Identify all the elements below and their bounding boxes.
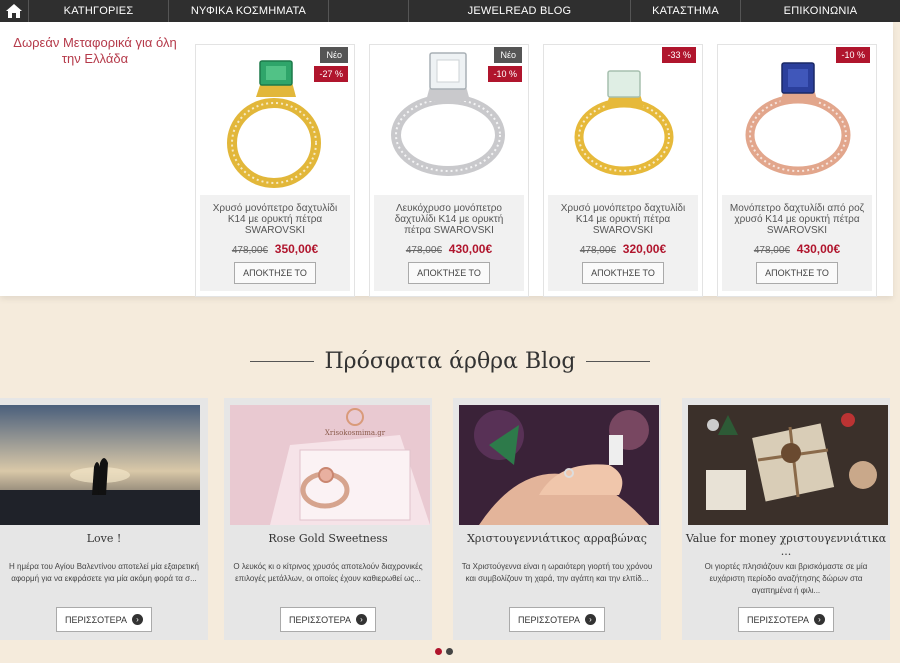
blog-post-excerpt: Οι γιορτές πλησιάζουν και βρισκόμαστε σε… xyxy=(704,562,868,595)
product-card[interactable]: -33 % Χρυσό μονόπετρο δαχτυλίδι Κ14 με ο… xyxy=(543,44,703,297)
blog-heading: Πρόσφατα άρθρα Blog xyxy=(0,345,900,377)
nav-divider xyxy=(328,0,408,22)
more-label: ΠΕΡΙΣΣΟΤΕΡΑ xyxy=(747,614,809,625)
more-button[interactable]: ΠΕΡΙΣΣΟΤΕΡΑ › xyxy=(280,607,376,632)
nav-store[interactable]: ΚΑΤΑΣΤΗΜΑ xyxy=(630,0,740,22)
nav-blog[interactable]: JEWELREAD BLOG xyxy=(408,0,630,22)
divider xyxy=(250,360,315,362)
discount-badge: -27 % xyxy=(314,66,348,82)
blog-post-title[interactable]: Love ! xyxy=(0,532,208,545)
carousel-pagination xyxy=(435,648,453,655)
price: 430,00€ xyxy=(796,242,841,256)
product-card[interactable]: Νέο -27 % Χρυσό μονόπετρο δαχτυλίδι Κ14 … xyxy=(195,44,355,297)
blog-post-image[interactable]: Xrisokosmima.gr xyxy=(230,405,430,525)
divider xyxy=(585,360,650,362)
product-card[interactable]: Νέο -10 % Λευκόχρυσο μονόπετρο δαχτυλίδι… xyxy=(369,44,529,297)
arrow-right-icon: › xyxy=(584,614,596,625)
more-label: ΠΕΡΙΣΣΟΤΕΡΑ xyxy=(289,614,351,625)
more-button[interactable]: ΠΕΡΙΣΣΟΤΕΡΑ › xyxy=(738,607,834,632)
arrow-right-icon: › xyxy=(355,614,367,625)
blog-post-excerpt: Η ημέρα του Αγίου Βαλεντίνου αποτελεί μί… xyxy=(9,562,199,583)
blog-post-image[interactable] xyxy=(0,405,200,525)
buy-button[interactable]: ΑΠΟΚΤΗΣΕ ΤΟ xyxy=(756,262,838,284)
blog-post-excerpt: Ο λευκός κι ο κίτρινος χρυσός αποτελούν … xyxy=(233,562,423,583)
blog-post-title[interactable]: Χριστουγεννιάτικος αρραβώνας xyxy=(453,532,661,545)
watermark-text: Xrisokosmima.gr xyxy=(325,429,386,437)
discount-badge: -33 % xyxy=(662,47,696,63)
buy-button[interactable]: ΑΠΟΚΤΗΣΕ ΤΟ xyxy=(234,262,316,284)
home-icon[interactable] xyxy=(0,0,28,22)
blog-post-title[interactable]: Value for money χριστουγεννιάτικα ... xyxy=(682,532,890,558)
arrow-right-icon: › xyxy=(131,614,143,625)
product-name[interactable]: Χρυσό μονόπετρο δαχτυλίδι Κ14 με ορυκτή … xyxy=(200,203,350,236)
price: 430,00€ xyxy=(448,242,493,256)
price: 320,00€ xyxy=(622,242,667,256)
product-name[interactable]: Λευκόχρυσο μονόπετρο δαχτυλίδι Κ14 με ορ… xyxy=(374,203,524,236)
product-image[interactable] xyxy=(718,45,876,193)
products-panel: Δωρεάν Μεταφορικά για όλη την Ελλάδα Νέο… xyxy=(0,22,893,297)
blog-post-image[interactable] xyxy=(688,405,888,525)
carousel-dot-active[interactable] xyxy=(435,648,442,655)
product-image[interactable] xyxy=(544,45,702,193)
blog-card[interactable]: Love ! Η ημέρα του Αγίου Βαλεντίνου αποτ… xyxy=(0,398,208,640)
buy-button[interactable]: ΑΠΟΚΤΗΣΕ ΤΟ xyxy=(408,262,490,284)
old-price: 478,00€ xyxy=(753,245,790,256)
more-label: ΠΕΡΙΣΣΟΤΕΡΑ xyxy=(65,614,127,625)
blog-post-title[interactable]: Rose Gold Sweetness xyxy=(224,532,432,545)
price: 350,00€ xyxy=(274,242,319,256)
blog-post-image[interactable] xyxy=(459,405,659,525)
new-badge: Νέο xyxy=(320,47,348,63)
top-nav: ΚΑΤΗΓΟΡΙΕΣ ΝΥΦΙΚΑ ΚΟΣΜΗΜΑΤΑ JEWELREAD BL… xyxy=(0,0,900,22)
more-button[interactable]: ΠΕΡΙΣΣΟΤΕΡΑ › xyxy=(56,607,152,632)
product-card[interactable]: -10 % Μονόπετρο δαχτυλίδι από ροζ χρυσό … xyxy=(717,44,877,297)
more-label: ΠΕΡΙΣΣΟΤΕΡΑ xyxy=(518,614,580,625)
product-name[interactable]: Χρυσό μονόπετρο δαχτυλίδι Κ14 με ορυκτή … xyxy=(548,203,698,236)
nav-wedding-jewelry[interactable]: ΝΥΦΙΚΑ ΚΟΣΜΗΜΑΤΑ xyxy=(168,0,328,22)
blog-card[interactable]: Value for money χριστουγεννιάτικα ... Οι… xyxy=(682,398,890,640)
blog-card[interactable]: Χριστουγεννιάτικος αρραβώνας Τα Χριστούγ… xyxy=(453,398,661,640)
product-name[interactable]: Μονόπετρο δαχτυλίδι από ροζ χρυσό Κ14 με… xyxy=(722,203,872,236)
nav-contact[interactable]: ΕΠΙΚΟΙΝΩΝΙΑ xyxy=(740,0,900,22)
blog-post-excerpt: Τα Χριστούγεννα είναι η ωραιότερη γιορτή… xyxy=(461,562,653,583)
blog-section-title: Πρόσφατα άρθρα Blog xyxy=(324,348,576,374)
arrow-right-icon: › xyxy=(813,614,825,625)
blog-card[interactable]: Xrisokosmima.gr Rose Gold Sweetness Ο λε… xyxy=(224,398,432,640)
old-price: 478,00€ xyxy=(405,245,442,256)
discount-badge: -10 % xyxy=(836,47,870,63)
new-badge: Νέο xyxy=(494,47,522,63)
carousel-dot[interactable] xyxy=(446,648,453,655)
old-price: 478,00€ xyxy=(231,245,268,256)
discount-badge: -10 % xyxy=(488,66,522,82)
old-price: 478,00€ xyxy=(579,245,616,256)
free-shipping-text: Δωρεάν Μεταφορικά για όλη την Ελλάδα xyxy=(13,35,177,66)
buy-button[interactable]: ΑΠΟΚΤΗΣΕ ΤΟ xyxy=(582,262,664,284)
nav-categories[interactable]: ΚΑΤΗΓΟΡΙΕΣ xyxy=(28,0,168,22)
more-button[interactable]: ΠΕΡΙΣΣΟΤΕΡΑ › xyxy=(509,607,605,632)
